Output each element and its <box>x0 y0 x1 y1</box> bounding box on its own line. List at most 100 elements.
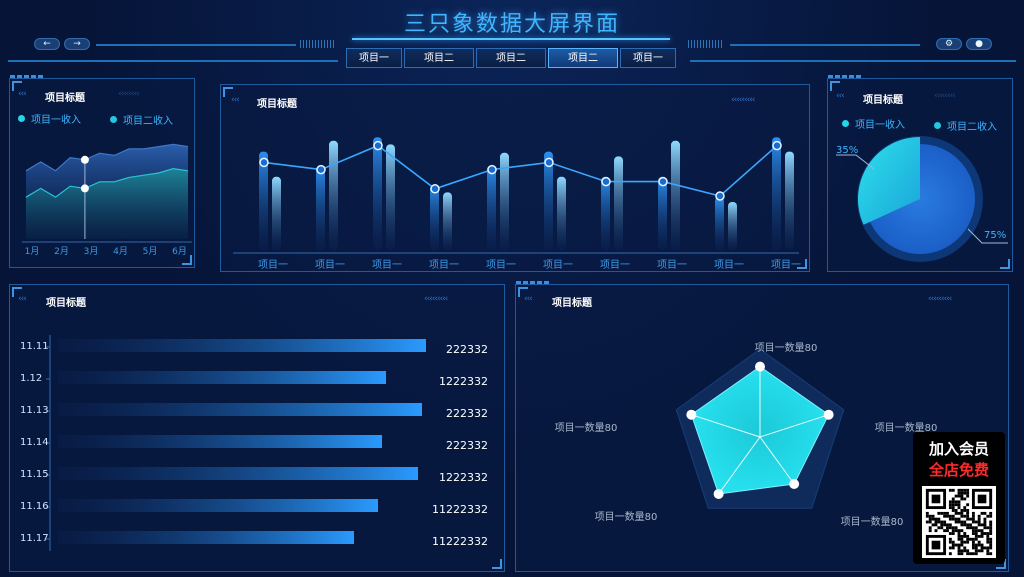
qr-module <box>937 517 941 521</box>
qr-module <box>948 552 952 556</box>
qr-module <box>948 517 952 521</box>
qr-module <box>989 529 993 533</box>
hbar-value-label: 11222332 <box>432 535 488 548</box>
tab-item-5[interactable]: 项目一 <box>620 48 676 68</box>
arrow-left-icon[interactable]: ← <box>34 38 60 50</box>
area-chart-panel: ‹‹‹ 项目标题 ‹‹‹‹‹‹‹‹ 项目一收入 项目二收入 1月 2月 3月 4月 5月… <box>9 75 195 268</box>
qr-module <box>957 520 961 524</box>
qr-finder <box>931 494 941 504</box>
qr-module <box>963 532 967 535</box>
hbar-value-label: 11222332 <box>432 503 488 516</box>
bar-a <box>715 197 724 250</box>
qr-module <box>960 549 964 553</box>
qr-module <box>960 509 964 512</box>
qr-module <box>989 540 993 544</box>
qr-module <box>948 506 952 510</box>
tab-item-1[interactable]: 项目一 <box>346 48 402 68</box>
qr-module <box>951 488 955 492</box>
qr-module <box>986 552 990 556</box>
qr-module <box>963 534 967 538</box>
y-tick-label: 11.13 <box>20 405 49 416</box>
qr-module <box>954 543 958 547</box>
qr-module <box>940 520 944 524</box>
qr-module <box>948 537 952 541</box>
bar-chart-panel: ‹‹‹ 项目标题 ‹‹‹‹‹‹‹‹‹ 项目一 项目一 项目一 项目一 项目一 项目一 项目一… <box>220 84 810 272</box>
qr-module <box>954 509 958 512</box>
qr-module <box>983 520 987 524</box>
y-tick-label: 11.17 <box>20 533 49 544</box>
x-tick-label: 6月 <box>172 246 187 257</box>
x-tick-label: 项目一 <box>600 259 630 271</box>
qr-module <box>980 511 984 515</box>
qr-module <box>931 517 935 521</box>
radar-axis-label: 项目一数量80 <box>755 341 818 354</box>
qr-module <box>957 549 961 553</box>
qr-module <box>971 526 975 530</box>
tab-item-3[interactable]: 项目二 <box>476 48 546 68</box>
hbar <box>58 499 378 512</box>
bar-chart: 项目一 项目一 项目一 项目一 项目一 项目一 项目一 项目一 项目一 项目一 <box>233 137 801 271</box>
qr-module <box>951 500 955 504</box>
qr-module <box>946 526 949 530</box>
qr-module <box>963 540 967 544</box>
qr-module <box>954 520 958 524</box>
line-point <box>487 164 497 175</box>
qr-module <box>989 543 993 547</box>
qr-finder <box>931 540 941 550</box>
tab-item-4[interactable]: 项目二 <box>548 48 618 68</box>
qr-module <box>983 517 987 521</box>
x-tick-label: 项目一 <box>771 259 801 271</box>
qr-module <box>957 491 961 495</box>
qr-module <box>986 514 990 518</box>
qr-module <box>957 532 961 535</box>
header-line <box>352 38 670 40</box>
qr-module <box>969 526 972 530</box>
gear-icon[interactable]: ⚙ <box>936 38 962 50</box>
qr-module <box>989 511 993 515</box>
qr-module <box>954 503 958 507</box>
qr-module <box>977 549 981 553</box>
qr-module <box>925 511 929 515</box>
bar-b <box>272 176 281 250</box>
qr-module <box>951 529 955 533</box>
qr-module <box>940 523 944 527</box>
radar-point <box>713 488 724 499</box>
qr-module <box>971 514 975 518</box>
qr-module <box>931 523 935 527</box>
promo-line-1: 加入会员 <box>928 440 989 458</box>
header-line <box>8 60 338 62</box>
qr-module <box>966 488 970 492</box>
qr-module <box>983 511 987 515</box>
qr-module <box>948 532 952 535</box>
x-tick-label: 5月 <box>143 246 158 257</box>
tab-item-2[interactable]: 项目二 <box>404 48 474 68</box>
qr-module <box>960 520 964 524</box>
bar-b <box>614 156 623 250</box>
line-point <box>373 140 383 151</box>
hbar <box>58 435 382 448</box>
qr-module <box>943 511 947 515</box>
qr-module <box>989 526 993 530</box>
qr-module <box>963 514 967 518</box>
hbar <box>58 403 422 416</box>
user-icon[interactable]: ● <box>966 38 992 50</box>
qr-module <box>957 517 961 521</box>
promo-badge[interactable]: 加入会员 全店免费 <box>913 432 1005 564</box>
qr-module <box>954 511 958 515</box>
hbar-value-label: 222332 <box>446 343 488 356</box>
qr-module <box>983 523 987 527</box>
qr-module <box>974 534 978 538</box>
qr-module <box>937 520 941 524</box>
qr-module <box>983 526 987 530</box>
arrow-right-icon[interactable]: → <box>64 38 90 50</box>
bar-b <box>728 202 737 250</box>
qr-module <box>954 529 958 533</box>
qr-module <box>974 543 978 547</box>
x-tick-label: 项目一 <box>372 259 402 271</box>
qr-module <box>966 526 970 530</box>
hbar-value-label: 1222332 <box>439 471 488 484</box>
qr-module <box>971 520 975 524</box>
qr-module <box>989 537 993 541</box>
y-tick-label: 11.15 <box>20 469 49 480</box>
qr-module <box>986 534 990 538</box>
